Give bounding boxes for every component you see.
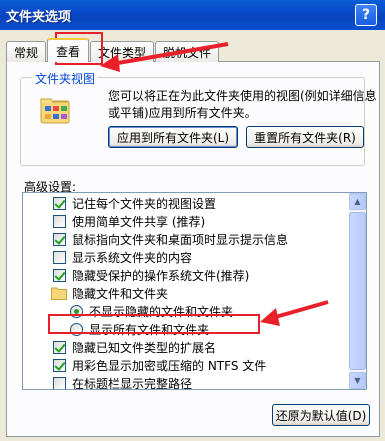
advanced-settings-list: 记住每个文件夹的视图设置 使用简单文件共享 (推荐) 鼠标指向文件夹和桌面项时显… — [22, 192, 367, 390]
setting-label: 隐藏已知文件类型的扩展名 — [72, 340, 217, 355]
restore-defaults-button[interactable]: 还原为默认值(D) — [272, 404, 370, 426]
setting-label: 隐藏文件和文件夹 — [72, 286, 169, 301]
reset-all-folders-button[interactable]: 重置所有文件夹(R) — [246, 126, 364, 148]
checkbox-show-system-folder[interactable] — [53, 250, 66, 264]
radio-show-all-files[interactable] — [70, 322, 83, 336]
tab-file-types[interactable]: 文件类型 — [90, 41, 155, 62]
checkbox-simple-file-sharing[interactable] — [53, 214, 66, 228]
checkbox-show-tips[interactable] — [53, 232, 66, 246]
setting-label: 使用简单文件共享 (推荐) — [72, 214, 206, 229]
setting-label: 在标题栏显示完整路径 — [72, 376, 193, 390]
tab-general[interactable]: 常规 — [6, 41, 47, 62]
setting-label: 不显示隐藏的文件和文件夹 — [89, 304, 234, 319]
folder-icon — [51, 287, 67, 300]
setting-simple-file-sharing[interactable]: 使用简单文件共享 (推荐) — [53, 212, 205, 230]
setting-remember-view[interactable]: 记住每个文件夹的视图设置 — [53, 194, 216, 212]
tab-view[interactable]: 查看 — [47, 38, 90, 62]
apply-to-all-folders-button[interactable]: 应用到所有文件夹(L) — [108, 126, 238, 148]
tab-offline-files[interactable]: 脱机文件 — [155, 41, 220, 62]
setting-full-path-title[interactable]: 在标题栏显示完整路径 — [53, 374, 193, 390]
vertical-scrollbar[interactable]: ▲ ▼ — [349, 193, 366, 389]
setting-show-tips[interactable]: 鼠标指向文件夹和桌面项时显示提示信息 — [53, 230, 288, 248]
checkbox-hide-extensions[interactable] — [53, 340, 66, 354]
title-bar: 文件夹选项 ? — [0, 0, 385, 30]
setting-label: 隐藏受保护的操作系统文件(推荐) — [72, 268, 250, 283]
setting-hide-protected-os-files[interactable]: 隐藏受保护的操作系统文件(推荐) — [53, 266, 249, 284]
option-hide-hidden-files[interactable]: 不显示隐藏的文件和文件夹 — [70, 302, 233, 320]
setting-label: 记住每个文件夹的视图设置 — [72, 196, 217, 211]
help-button[interactable]: ? — [355, 4, 377, 26]
scroll-thumb[interactable] — [349, 212, 366, 370]
setting-label: 显示所有文件和文件夹 — [89, 322, 210, 337]
setting-label: 用彩色显示加密或压缩的 NTFS 文件 — [72, 358, 267, 373]
folder-view-group-label: 文件夹视图 — [32, 70, 99, 87]
checkbox-color-ntfs[interactable] — [53, 358, 66, 372]
setting-label: 显示系统文件夹的内容 — [72, 250, 193, 265]
checkbox-remember-view[interactable] — [53, 196, 66, 210]
tab-strip: 常规 查看 文件类型 脱机文件 — [6, 38, 220, 62]
window-title: 文件夹选项 — [6, 9, 72, 25]
radio-hide-hidden-files[interactable] — [70, 304, 83, 318]
folder-view-description: 您可以将正在为此文件夹使用的视图(例如详细信息或平铺)应用到所有文件夹。 — [108, 89, 377, 120]
checkbox-hide-protected-os-files[interactable] — [53, 268, 66, 282]
scroll-down-icon[interactable]: ▼ — [349, 372, 366, 389]
setting-hide-extensions[interactable]: 隐藏已知文件类型的扩展名 — [53, 338, 216, 356]
setting-group-hidden-files: 隐藏文件和文件夹 — [51, 284, 168, 302]
setting-show-system-folder[interactable]: 显示系统文件夹的内容 — [53, 248, 192, 266]
scroll-up-icon[interactable]: ▲ — [349, 193, 366, 210]
option-show-all-files[interactable]: 显示所有文件和文件夹 — [70, 320, 209, 338]
setting-color-ntfs[interactable]: 用彩色显示加密或压缩的 NTFS 文件 — [53, 356, 266, 374]
checkbox-full-path-title[interactable] — [53, 376, 66, 389]
setting-label: 鼠标指向文件夹和桌面项时显示提示信息 — [72, 232, 289, 247]
folder-view-icon — [40, 98, 70, 124]
